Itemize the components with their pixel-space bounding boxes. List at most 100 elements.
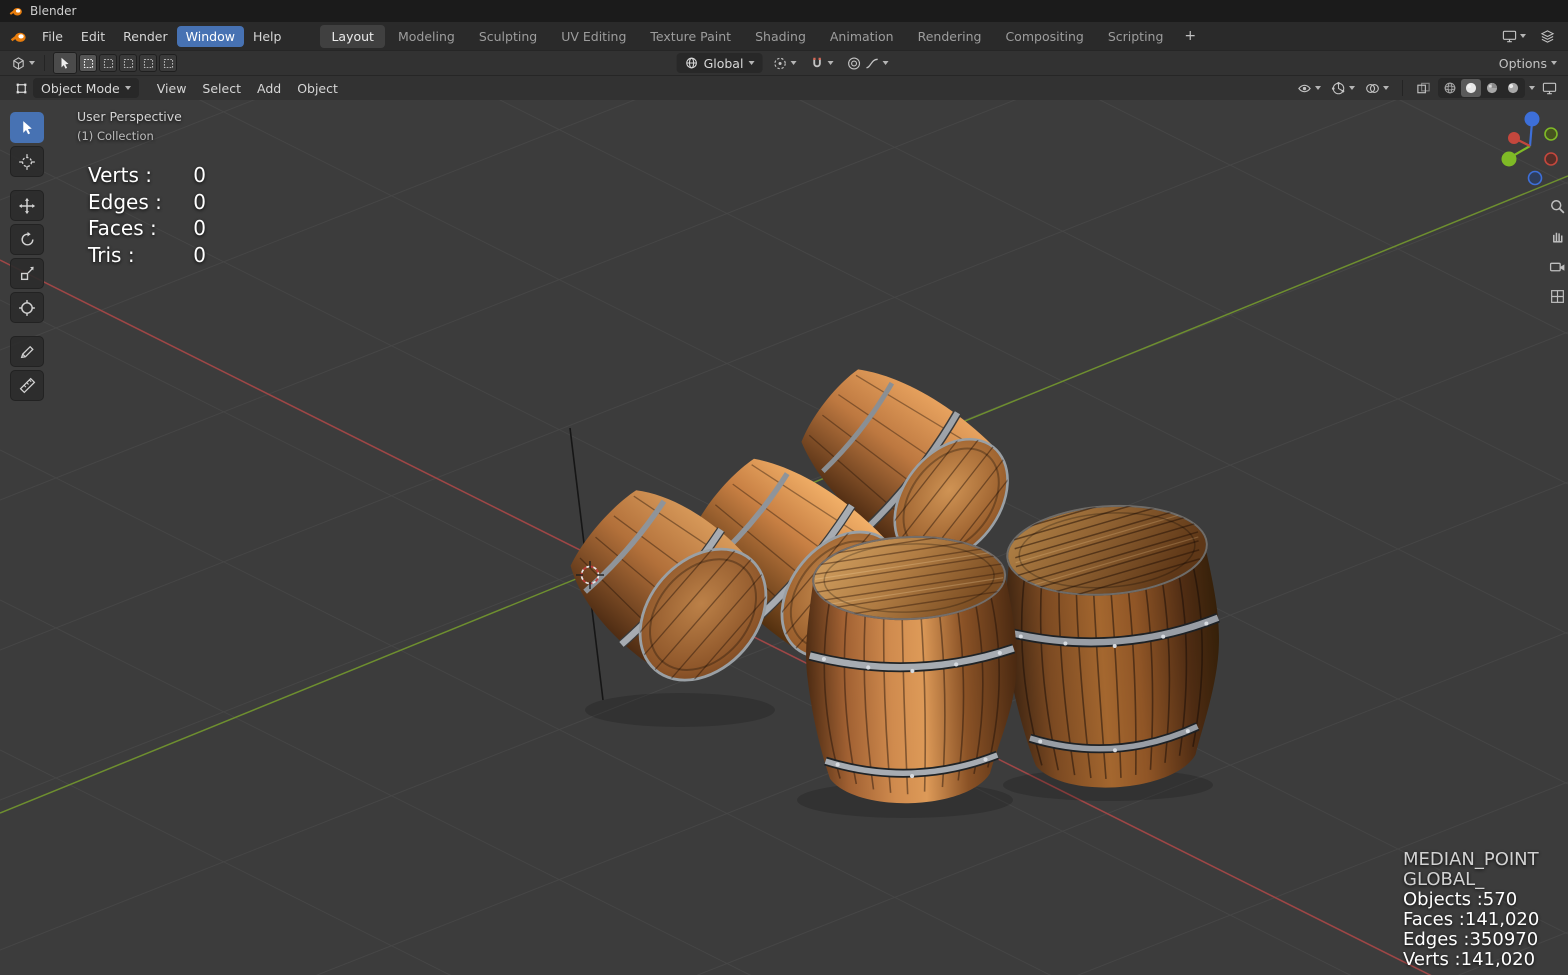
toolbar (10, 112, 44, 401)
select-mode-extend[interactable] (99, 54, 117, 72)
viewport-canvas[interactable] (0, 100, 1568, 975)
menu-add[interactable]: Add (249, 78, 289, 99)
wireframe-sphere-icon (1443, 81, 1457, 95)
3d-viewport[interactable]: User Perspective (1) Collection Verts : … (0, 100, 1568, 975)
select-arrow-icon (58, 56, 72, 70)
orientation-globe-icon (685, 56, 699, 70)
navigation-gizmo[interactable] (1492, 108, 1566, 188)
tool-measure[interactable] (10, 370, 44, 401)
editor-type-selector[interactable] (8, 54, 38, 73)
camera-view-button[interactable] (1549, 258, 1566, 275)
menu-help[interactable]: Help (244, 26, 291, 47)
proportional-editing-toggle[interactable] (843, 54, 891, 73)
gizmo-x-neg-axis[interactable] (1544, 152, 1558, 166)
view-layer-selector[interactable] (1537, 27, 1558, 46)
gizmo-y-axis[interactable] (1501, 151, 1517, 167)
tool-cursor-3d[interactable] (10, 146, 44, 177)
select-mode-new[interactable] (79, 54, 97, 72)
transform-snap-cluster: Global (676, 53, 892, 73)
tab-layout[interactable]: Layout (320, 24, 385, 48)
menu-view[interactable]: View (149, 78, 195, 99)
tool-tweak-select[interactable] (10, 112, 44, 143)
tool-scale[interactable] (10, 258, 44, 289)
tab-modeling[interactable]: Modeling (387, 25, 466, 48)
menu-file[interactable]: File (33, 26, 72, 47)
object-visibility-dropdown[interactable] (1294, 79, 1324, 98)
xray-toggle[interactable] (1413, 79, 1434, 98)
toolbar-gap (10, 326, 44, 333)
edges-count: Edges :350970 (1403, 929, 1539, 950)
viewport-render-icon[interactable] (1539, 79, 1560, 98)
shading-wireframe-button[interactable] (1440, 79, 1460, 97)
active-tool-button[interactable] (53, 52, 77, 74)
gizmo-y-neg-axis[interactable] (1544, 127, 1558, 141)
viewport-header: Object Mode View Select Add Object (0, 75, 1568, 100)
select-mode-subtract[interactable] (119, 54, 137, 72)
stat-label: Verts : (88, 163, 153, 187)
tab-sculpting[interactable]: Sculpting (468, 25, 548, 48)
menu-render[interactable]: Render (114, 26, 177, 47)
object-mode-icon (14, 81, 29, 96)
dropdown-caret (1383, 86, 1389, 90)
transform-orientation-dropdown[interactable]: Global (676, 53, 763, 73)
shading-material-button[interactable] (1482, 79, 1502, 97)
tool-move[interactable] (10, 190, 44, 221)
gizmo-icon (1331, 81, 1346, 96)
menu-select[interactable]: Select (194, 78, 249, 99)
select-mode-intersect[interactable] (159, 54, 177, 72)
shading-rendered-button[interactable] (1503, 79, 1523, 97)
menu-window[interactable]: Window (176, 25, 244, 47)
blender-menu-icon[interactable] (10, 28, 27, 45)
tab-uv-editing[interactable]: UV Editing (550, 25, 637, 48)
menu-edit[interactable]: Edit (72, 26, 114, 47)
stat-value: 0 (193, 216, 206, 240)
workspace-tabs: Layout Modeling Sculpting UV Editing Tex… (320, 24, 1204, 48)
shading-solid-button[interactable] (1461, 79, 1481, 97)
window-title: Blender (30, 4, 77, 18)
zoom-button[interactable] (1549, 198, 1566, 215)
scale-icon (19, 265, 36, 282)
pan-button[interactable] (1549, 228, 1566, 245)
tab-texture-paint[interactable]: Texture Paint (639, 25, 742, 48)
dropdown-caret (790, 61, 797, 65)
options-label: Options (1498, 55, 1547, 71)
separator (1402, 80, 1403, 96)
tool-options-dropdown[interactable]: Options (1496, 54, 1560, 73)
dropdown-caret (124, 86, 131, 90)
tab-animation[interactable]: Animation (819, 25, 905, 48)
pivot-point-dropdown[interactable] (769, 54, 799, 73)
scene-selector[interactable] (1499, 27, 1529, 46)
barrel-standing-front-left[interactable] (801, 518, 1021, 806)
overlays-dropdown[interactable] (1362, 79, 1392, 98)
select-mode-invert[interactable] (139, 54, 157, 72)
stat-value: 0 (193, 189, 206, 214)
cursor-3d-icon (18, 153, 36, 171)
objects-count: Objects :570 (1403, 889, 1518, 910)
add-workspace-button[interactable]: + (1176, 26, 1204, 46)
snap-toggle[interactable] (806, 54, 836, 73)
material-sphere-icon (1485, 81, 1499, 95)
gizmos-dropdown[interactable] (1328, 79, 1358, 98)
tool-annotate[interactable] (10, 336, 44, 367)
shading-dropdown-caret[interactable] (1529, 86, 1535, 90)
barrel-standing-front-right[interactable] (995, 477, 1230, 794)
gizmo-z-neg-axis[interactable] (1527, 170, 1543, 186)
gizmo-z-axis[interactable] (1524, 111, 1540, 127)
verts-count: Verts :141,020 (1403, 949, 1536, 970)
tool-transform[interactable] (10, 292, 44, 323)
tab-compositing[interactable]: Compositing (994, 25, 1094, 48)
stat-edges: Edges : 0 (88, 189, 206, 216)
rendered-sphere-icon (1506, 81, 1520, 95)
tab-shading[interactable]: Shading (744, 25, 817, 48)
scene-viewlayer-selectors (1499, 27, 1558, 46)
menu-object[interactable]: Object (289, 78, 346, 99)
toggle-projection-button[interactable] (1549, 288, 1566, 305)
transform-icon (18, 299, 36, 317)
stat-faces: Faces : 0 (88, 215, 206, 242)
gizmo-x-axis[interactable] (1508, 132, 1520, 144)
stat-label: Tris : (88, 242, 135, 267)
tab-scripting[interactable]: Scripting (1097, 25, 1175, 48)
tool-rotate[interactable] (10, 224, 44, 255)
mode-dropdown[interactable]: Object Mode (33, 78, 139, 98)
tab-rendering[interactable]: Rendering (907, 25, 993, 48)
